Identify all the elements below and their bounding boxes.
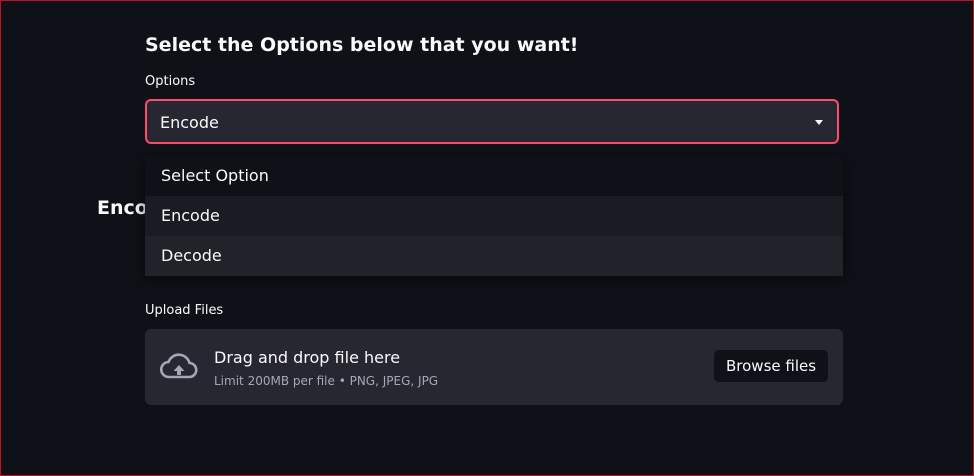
chevron-down-icon[interactable] xyxy=(815,120,823,125)
page-title: Select the Options below that you want! xyxy=(145,34,579,56)
options-label: Options xyxy=(145,74,196,89)
dropdown-option-decode[interactable]: Decode xyxy=(145,236,843,276)
dropzone-title: Drag and drop file here xyxy=(214,348,401,367)
upload-files-label: Upload Files xyxy=(145,303,224,318)
file-dropzone[interactable]: Drag and drop file here Limit 200MB per … xyxy=(145,329,843,405)
browse-files-button[interactable]: Browse files xyxy=(713,349,830,383)
options-selected-value: Encode xyxy=(160,113,219,132)
options-dropdown-menu: Select Option Encode Decode xyxy=(145,156,843,276)
dropdown-option-select-option[interactable]: Select Option xyxy=(145,156,843,196)
dropzone-limit-text: Limit 200MB per file • PNG, JPEG, JPG xyxy=(214,374,439,388)
options-select[interactable]: Encode xyxy=(145,99,839,144)
dropdown-option-encode[interactable]: Encode xyxy=(145,196,843,236)
cloud-upload-icon xyxy=(159,353,198,379)
